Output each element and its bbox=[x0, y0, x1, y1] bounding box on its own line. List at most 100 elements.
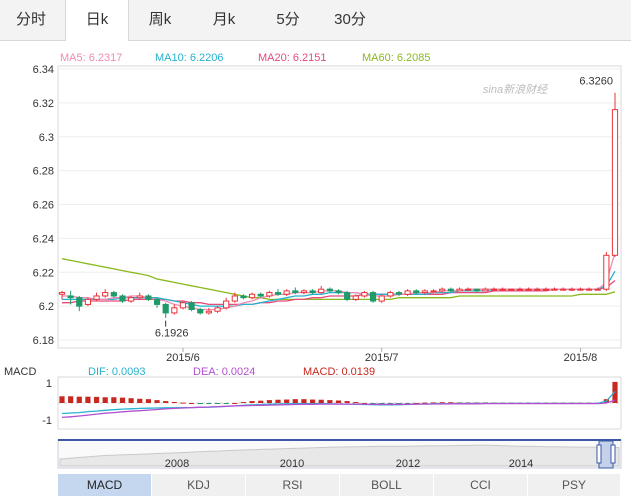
macd-bar bbox=[206, 403, 212, 404]
candle[interactable] bbox=[326, 287, 333, 293]
candle[interactable] bbox=[369, 290, 377, 303]
candle-body bbox=[611, 109, 619, 256]
candle[interactable] bbox=[361, 290, 368, 298]
candle[interactable] bbox=[309, 289, 316, 295]
candle-body bbox=[413, 290, 420, 294]
candle[interactable] bbox=[119, 294, 126, 303]
tab-psy[interactable]: PSY bbox=[528, 474, 621, 496]
macd-bar bbox=[59, 396, 65, 403]
candle[interactable] bbox=[525, 287, 532, 291]
candle-body bbox=[283, 290, 290, 295]
candle-body bbox=[309, 290, 316, 294]
candle-body bbox=[387, 292, 394, 297]
sina-watermark: sina新浪财经 bbox=[483, 83, 548, 96]
candle-body bbox=[499, 288, 506, 291]
legend-ma20: MA20: 6.2151 bbox=[258, 52, 327, 64]
candle[interactable] bbox=[179, 301, 187, 310]
candle[interactable] bbox=[84, 297, 92, 307]
candle-body bbox=[361, 292, 368, 297]
macd-bar bbox=[249, 401, 255, 403]
macd-bar bbox=[266, 400, 272, 403]
candle[interactable] bbox=[110, 290, 117, 298]
candle-body bbox=[568, 288, 575, 291]
candle[interactable] bbox=[300, 289, 308, 295]
navigator-handle-left[interactable] bbox=[596, 444, 602, 464]
date-axis: 2015/6 2015/7 2015/8 bbox=[166, 348, 597, 364]
y-tick-label: 6.22 bbox=[33, 267, 54, 279]
candle-body bbox=[490, 288, 498, 291]
candle-body bbox=[318, 288, 325, 294]
nav-tick-2014: 2014 bbox=[509, 458, 533, 470]
macd-bar bbox=[171, 402, 177, 404]
candle[interactable] bbox=[577, 287, 584, 291]
tab-boll[interactable]: BOLL bbox=[340, 474, 434, 496]
tab-cci[interactable]: CCI bbox=[434, 474, 528, 496]
candle-body bbox=[102, 292, 109, 297]
candle[interactable] bbox=[430, 289, 437, 293]
legend-dif: DIF: 0.0093 bbox=[88, 366, 145, 378]
nav-tick-2008: 2008 bbox=[165, 458, 189, 470]
tab-rsi[interactable]: RSI bbox=[246, 474, 340, 496]
candle[interactable] bbox=[456, 287, 463, 292]
candle[interactable] bbox=[223, 297, 230, 310]
candle[interactable] bbox=[102, 289, 109, 298]
candle[interactable] bbox=[499, 287, 506, 291]
candle[interactable] bbox=[603, 251, 610, 291]
candle-body bbox=[128, 297, 135, 302]
candle[interactable] bbox=[516, 287, 524, 291]
candle[interactable] bbox=[318, 285, 325, 295]
candle[interactable] bbox=[534, 287, 541, 291]
candle[interactable] bbox=[482, 287, 489, 292]
candle[interactable] bbox=[585, 287, 593, 291]
candle-body bbox=[542, 288, 549, 291]
macd-histogram bbox=[58, 381, 621, 405]
macd-bar bbox=[68, 396, 74, 403]
candle[interactable] bbox=[76, 295, 83, 312]
candle[interactable] bbox=[58, 290, 66, 300]
candle[interactable] bbox=[611, 92, 619, 258]
candle[interactable] bbox=[465, 287, 472, 291]
candle-body bbox=[205, 310, 212, 314]
candle-body bbox=[257, 293, 264, 297]
candle[interactable] bbox=[560, 287, 567, 291]
candle-body bbox=[439, 288, 446, 292]
candle[interactable] bbox=[508, 288, 515, 291]
y-tick-label: 6.34 bbox=[33, 64, 54, 76]
candle[interactable] bbox=[378, 294, 385, 303]
kline-chart[interactable]: 6.34 6.32 6.3 6.28 6.26 6.24 6.22 6.2 6.18 2015/… bbox=[0, 0, 631, 472]
candle[interactable] bbox=[542, 287, 549, 291]
macd-bar bbox=[344, 401, 350, 403]
candle[interactable] bbox=[344, 290, 351, 302]
candle-body bbox=[395, 292, 403, 295]
macd-bar bbox=[102, 397, 108, 403]
y-tick-label: 6.32 bbox=[33, 98, 54, 110]
candle[interactable] bbox=[490, 287, 498, 291]
candle[interactable] bbox=[568, 287, 575, 291]
candle-body bbox=[473, 288, 480, 292]
legend-ma10: MA10: 6.2206 bbox=[155, 52, 224, 64]
candle[interactable] bbox=[188, 301, 195, 312]
candle-body bbox=[447, 288, 454, 292]
x-tick-label: 2015/7 bbox=[365, 352, 399, 364]
y-tick-label: 6.2 bbox=[39, 301, 54, 313]
candle[interactable] bbox=[205, 307, 212, 315]
candle-body bbox=[240, 295, 247, 299]
candle[interactable] bbox=[93, 292, 100, 302]
macd-bar bbox=[111, 397, 117, 403]
candle[interactable] bbox=[551, 287, 558, 291]
macd-bar bbox=[154, 400, 160, 403]
candle-body bbox=[335, 290, 342, 294]
tab-macd[interactable]: MACD bbox=[58, 474, 152, 496]
tab-kdj[interactable]: KDJ bbox=[152, 474, 246, 496]
candle-body bbox=[136, 295, 143, 299]
candle-body bbox=[223, 300, 230, 309]
candlesticks[interactable] bbox=[58, 92, 619, 318]
macd-bar bbox=[309, 399, 316, 403]
candle[interactable] bbox=[335, 289, 342, 295]
candle-body bbox=[214, 307, 221, 312]
candle-body bbox=[76, 297, 83, 307]
macd-bar bbox=[240, 402, 247, 404]
candle[interactable] bbox=[162, 302, 169, 318]
candle[interactable] bbox=[214, 306, 221, 313]
navigator-handle-right[interactable] bbox=[610, 444, 616, 464]
